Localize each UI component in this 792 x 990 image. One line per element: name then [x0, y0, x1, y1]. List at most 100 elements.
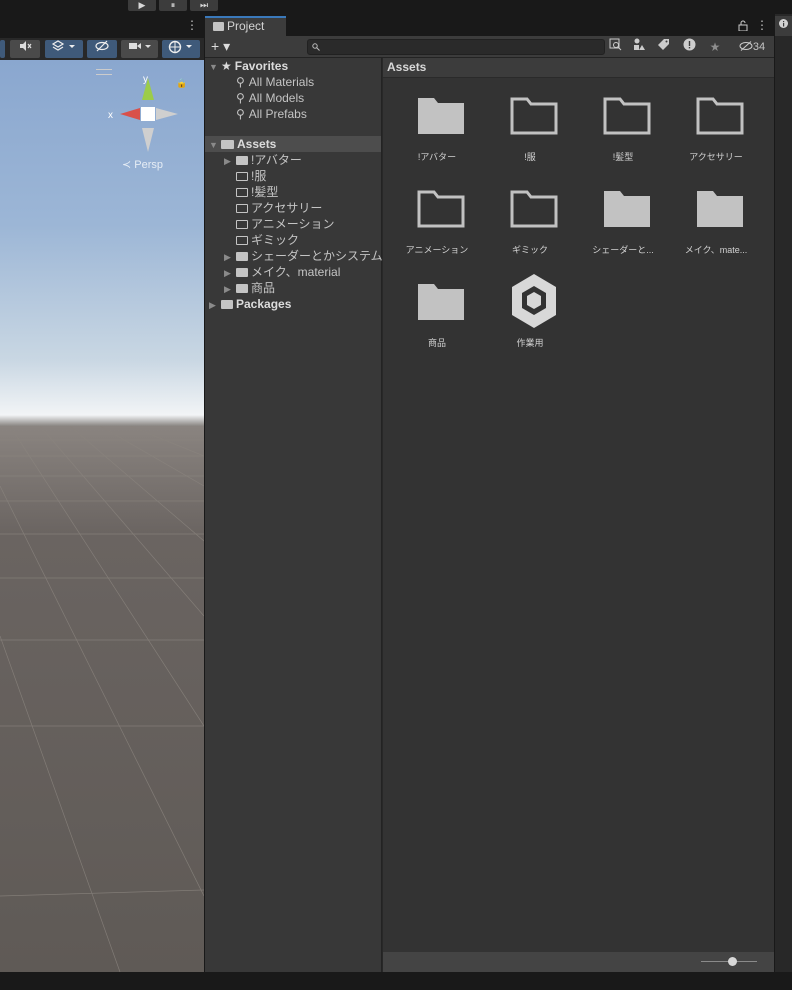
favorite-star-icon[interactable]: ★	[705, 38, 725, 56]
favorite-item-all-models[interactable]: ⚲ All Models	[236, 90, 304, 106]
folder-tree: ▼ ★ Favorites ⚲ All Materials ⚲ All Models ⚲…	[205, 58, 395, 972]
asset-item-folder[interactable]: !服	[484, 92, 576, 168]
project-tab-bar: Project ⋮	[205, 14, 774, 36]
empty-folder-icon	[236, 236, 248, 245]
svg-text:y: y	[143, 74, 148, 85]
expand-arrow-icon[interactable]: ▶	[209, 297, 221, 313]
info-icon	[779, 19, 788, 28]
expand-arrow-icon[interactable]: ▶	[224, 249, 236, 265]
folder-icon	[236, 156, 248, 165]
orientation-gizmo-icon[interactable]: y x	[106, 74, 182, 154]
step-button[interactable]: ⏭	[190, 0, 218, 11]
tree-item-folder[interactable]: !服	[236, 168, 266, 184]
projection-label[interactable]: ≺ Persp	[122, 158, 163, 171]
scene-view[interactable]: ⋮ 🔒 y x ≺ Persp	[0, 14, 204, 972]
hidden-count: 34	[752, 41, 766, 53]
asset-label: アニメーション	[405, 245, 469, 255]
search-input[interactable]	[307, 39, 605, 55]
tab-project[interactable]: Project	[205, 16, 286, 36]
tab-inspector[interactable]	[775, 16, 792, 36]
lock-icon[interactable]	[738, 20, 748, 31]
expand-arrow-icon[interactable]: ▼	[209, 59, 221, 75]
zoom-slider-thumb[interactable]	[727, 957, 737, 966]
asset-label: 商品	[427, 338, 446, 348]
favorites-header[interactable]: ▼ ★ Favorites	[209, 58, 288, 74]
asset-label: ギミック	[511, 245, 548, 255]
search-icon: ⚲	[236, 91, 245, 105]
search-icon: ⚲	[236, 107, 245, 121]
breadcrumb[interactable]: Assets	[383, 58, 774, 78]
scene-header: ⋮	[0, 14, 204, 38]
tree-item-packages[interactable]: ▶ Packages	[209, 296, 291, 312]
asset-grid: Assets !アバター !服 !髪型 アクセサリーアニメーション ギミック シェーダーと…	[383, 58, 774, 972]
play-toolbar: ▶ ⏸ ⏭	[0, 0, 792, 14]
scene-menu-icon[interactable]: ⋮	[186, 18, 198, 32]
search-by-type-icon[interactable]	[629, 38, 649, 56]
asset-item-folder[interactable]: アニメーション	[391, 185, 483, 261]
pause-button[interactable]: ⏸	[159, 0, 187, 11]
favorite-item-all-prefabs[interactable]: ⚲ All Prefabs	[236, 106, 307, 122]
asset-item-folder[interactable]: !髪型	[577, 92, 669, 168]
search-by-scene-icon[interactable]	[605, 38, 625, 56]
tree-item-folder[interactable]: アクセサリー	[236, 200, 322, 216]
scene-visibility-icon[interactable]	[87, 40, 117, 58]
asset-item-scene[interactable]: 作業用	[484, 274, 576, 354]
tree-item-folder[interactable]: ▶ 商品	[224, 280, 275, 296]
empty-folder-icon	[236, 204, 248, 213]
editor-status-bar	[0, 972, 792, 990]
asset-item-folder[interactable]: !アバター	[391, 92, 483, 168]
project-toolbar: + ▾ ★ 34	[205, 36, 774, 58]
scene-tool-button[interactable]	[0, 40, 5, 58]
asset-item-folder[interactable]: アクセサリー	[670, 92, 762, 168]
star-icon: ★	[221, 59, 232, 73]
tree-item-folder[interactable]: ▶ !アバター	[224, 152, 302, 168]
gizmos-dropdown-icon[interactable]	[162, 40, 200, 58]
folder-icon	[236, 284, 248, 293]
asset-label: !髪型	[612, 152, 634, 162]
empty-folder-icon	[236, 188, 248, 197]
tree-item-assets[interactable]: ▼ Assets	[205, 136, 381, 152]
search-icon: ⚲	[236, 75, 245, 89]
folder-open-icon	[221, 140, 234, 149]
scene-grid	[0, 426, 204, 972]
search-by-label-icon[interactable]	[653, 38, 673, 56]
asset-label: 作業用	[516, 338, 544, 348]
expand-arrow-icon[interactable]: ▶	[224, 281, 236, 297]
effects-dropdown-icon[interactable]	[45, 40, 83, 58]
asset-item-folder[interactable]: メイク、mate...	[670, 185, 762, 261]
favorite-item-all-materials[interactable]: ⚲ All Materials	[236, 74, 314, 90]
tree-item-folder[interactable]: ▶ シェーダーとかシステム用	[224, 248, 395, 264]
asset-label: !アバター	[417, 152, 457, 162]
log-types-icon[interactable]	[679, 38, 699, 56]
search-icon	[312, 43, 320, 51]
asset-item-folder[interactable]: 商品	[391, 278, 483, 354]
asset-item-folder[interactable]: ギミック	[484, 185, 576, 261]
expand-arrow-icon[interactable]: ▶	[224, 153, 236, 169]
svg-text:x: x	[108, 110, 113, 121]
asset-label: メイク、mate...	[684, 245, 748, 255]
audio-toggle-icon[interactable]	[10, 40, 40, 58]
asset-label: アクセサリー	[689, 152, 743, 162]
folder-icon	[236, 268, 248, 277]
empty-folder-icon	[236, 172, 248, 181]
tree-item-folder[interactable]: ギミック	[236, 232, 299, 248]
asset-item-folder[interactable]: シェーダーと...	[577, 185, 669, 261]
inspector-panel	[775, 14, 792, 972]
folder-icon	[221, 300, 233, 309]
create-dropdown-button[interactable]: + ▾	[211, 38, 230, 55]
asset-label: シェーダーと...	[592, 245, 654, 255]
panel-menu-icon[interactable]: ⋮	[756, 18, 768, 32]
project-panel: Project ⋮ + ▾ ★ 34 ▼ ★ Favorites ⚲ All M…	[205, 14, 774, 972]
expand-arrow-icon[interactable]: ▶	[224, 265, 236, 281]
camera-settings-icon[interactable]	[121, 40, 158, 58]
hidden-packages-toggle[interactable]: 34	[731, 38, 773, 56]
expand-arrow-icon[interactable]: ▼	[209, 137, 221, 153]
tree-item-folder[interactable]: アニメーション	[236, 216, 335, 232]
folder-icon	[236, 252, 248, 261]
tree-item-folder[interactable]: ▶ メイク、material	[224, 264, 340, 280]
asset-label: !服	[524, 152, 536, 162]
scene-toolbar	[0, 38, 204, 60]
tree-item-folder[interactable]: !髪型	[236, 184, 278, 200]
play-button[interactable]: ▶	[128, 0, 156, 11]
folder-icon	[213, 22, 224, 31]
